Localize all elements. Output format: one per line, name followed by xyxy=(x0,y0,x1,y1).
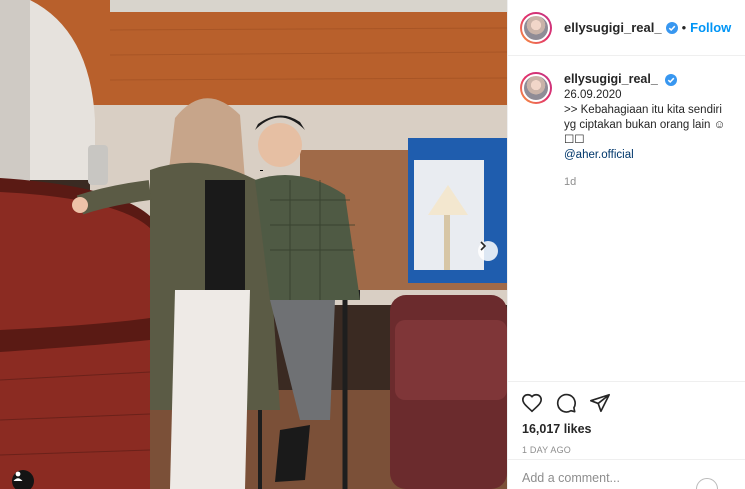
caption-username[interactable]: ellysugigi_real_ xyxy=(564,72,658,86)
share-button[interactable] xyxy=(588,393,612,417)
like-button[interactable] xyxy=(520,393,544,417)
comment-button[interactable] xyxy=(554,393,578,417)
action-bar xyxy=(508,382,745,420)
header-separator: • xyxy=(681,20,687,35)
post-side-panel: ellysugigi_real_ • Follow ellysugigi_rea… xyxy=(507,0,745,489)
verified-badge-icon xyxy=(665,21,678,34)
caption-mention-link[interactable]: @aher.official xyxy=(564,148,733,163)
add-comment-bar xyxy=(508,459,745,489)
post-time-ago[interactable]: 1 DAY AGO xyxy=(508,436,745,455)
post-actions-section: 16,017 likes 1 DAY AGO xyxy=(508,381,745,455)
paper-plane-icon xyxy=(589,392,611,419)
caption-timestamp[interactable]: 1d xyxy=(564,175,733,190)
caption-text: >> Kebahagiaan itu kita sendiri yg cipta… xyxy=(564,104,726,146)
emoji-icon[interactable] xyxy=(696,478,718,489)
author-username[interactable]: ellysugigi_real_ xyxy=(564,20,662,35)
post-photo[interactable] xyxy=(0,0,507,489)
caption-body: ellysugigi_real_ 26.09.2020 >> Kebahagia… xyxy=(564,72,733,190)
author-avatar[interactable] xyxy=(520,11,552,44)
verified-badge-icon xyxy=(665,73,678,86)
comment-icon xyxy=(555,392,577,419)
add-comment-input[interactable] xyxy=(522,470,692,485)
heart-icon xyxy=(521,392,543,419)
photo-illustration xyxy=(0,0,507,489)
caption-comment: ellysugigi_real_ 26.09.2020 >> Kebahagia… xyxy=(508,56,745,190)
follow-button[interactable]: Follow xyxy=(690,20,731,35)
caption-avatar[interactable] xyxy=(520,72,552,104)
likes-count[interactable]: 16,017 likes xyxy=(508,420,745,436)
tagged-people-button[interactable] xyxy=(12,470,34,489)
post-header: ellysugigi_real_ • Follow xyxy=(508,0,745,56)
caption-date: 26.09.2020 xyxy=(564,89,622,101)
carousel-next-button[interactable] xyxy=(478,241,498,261)
